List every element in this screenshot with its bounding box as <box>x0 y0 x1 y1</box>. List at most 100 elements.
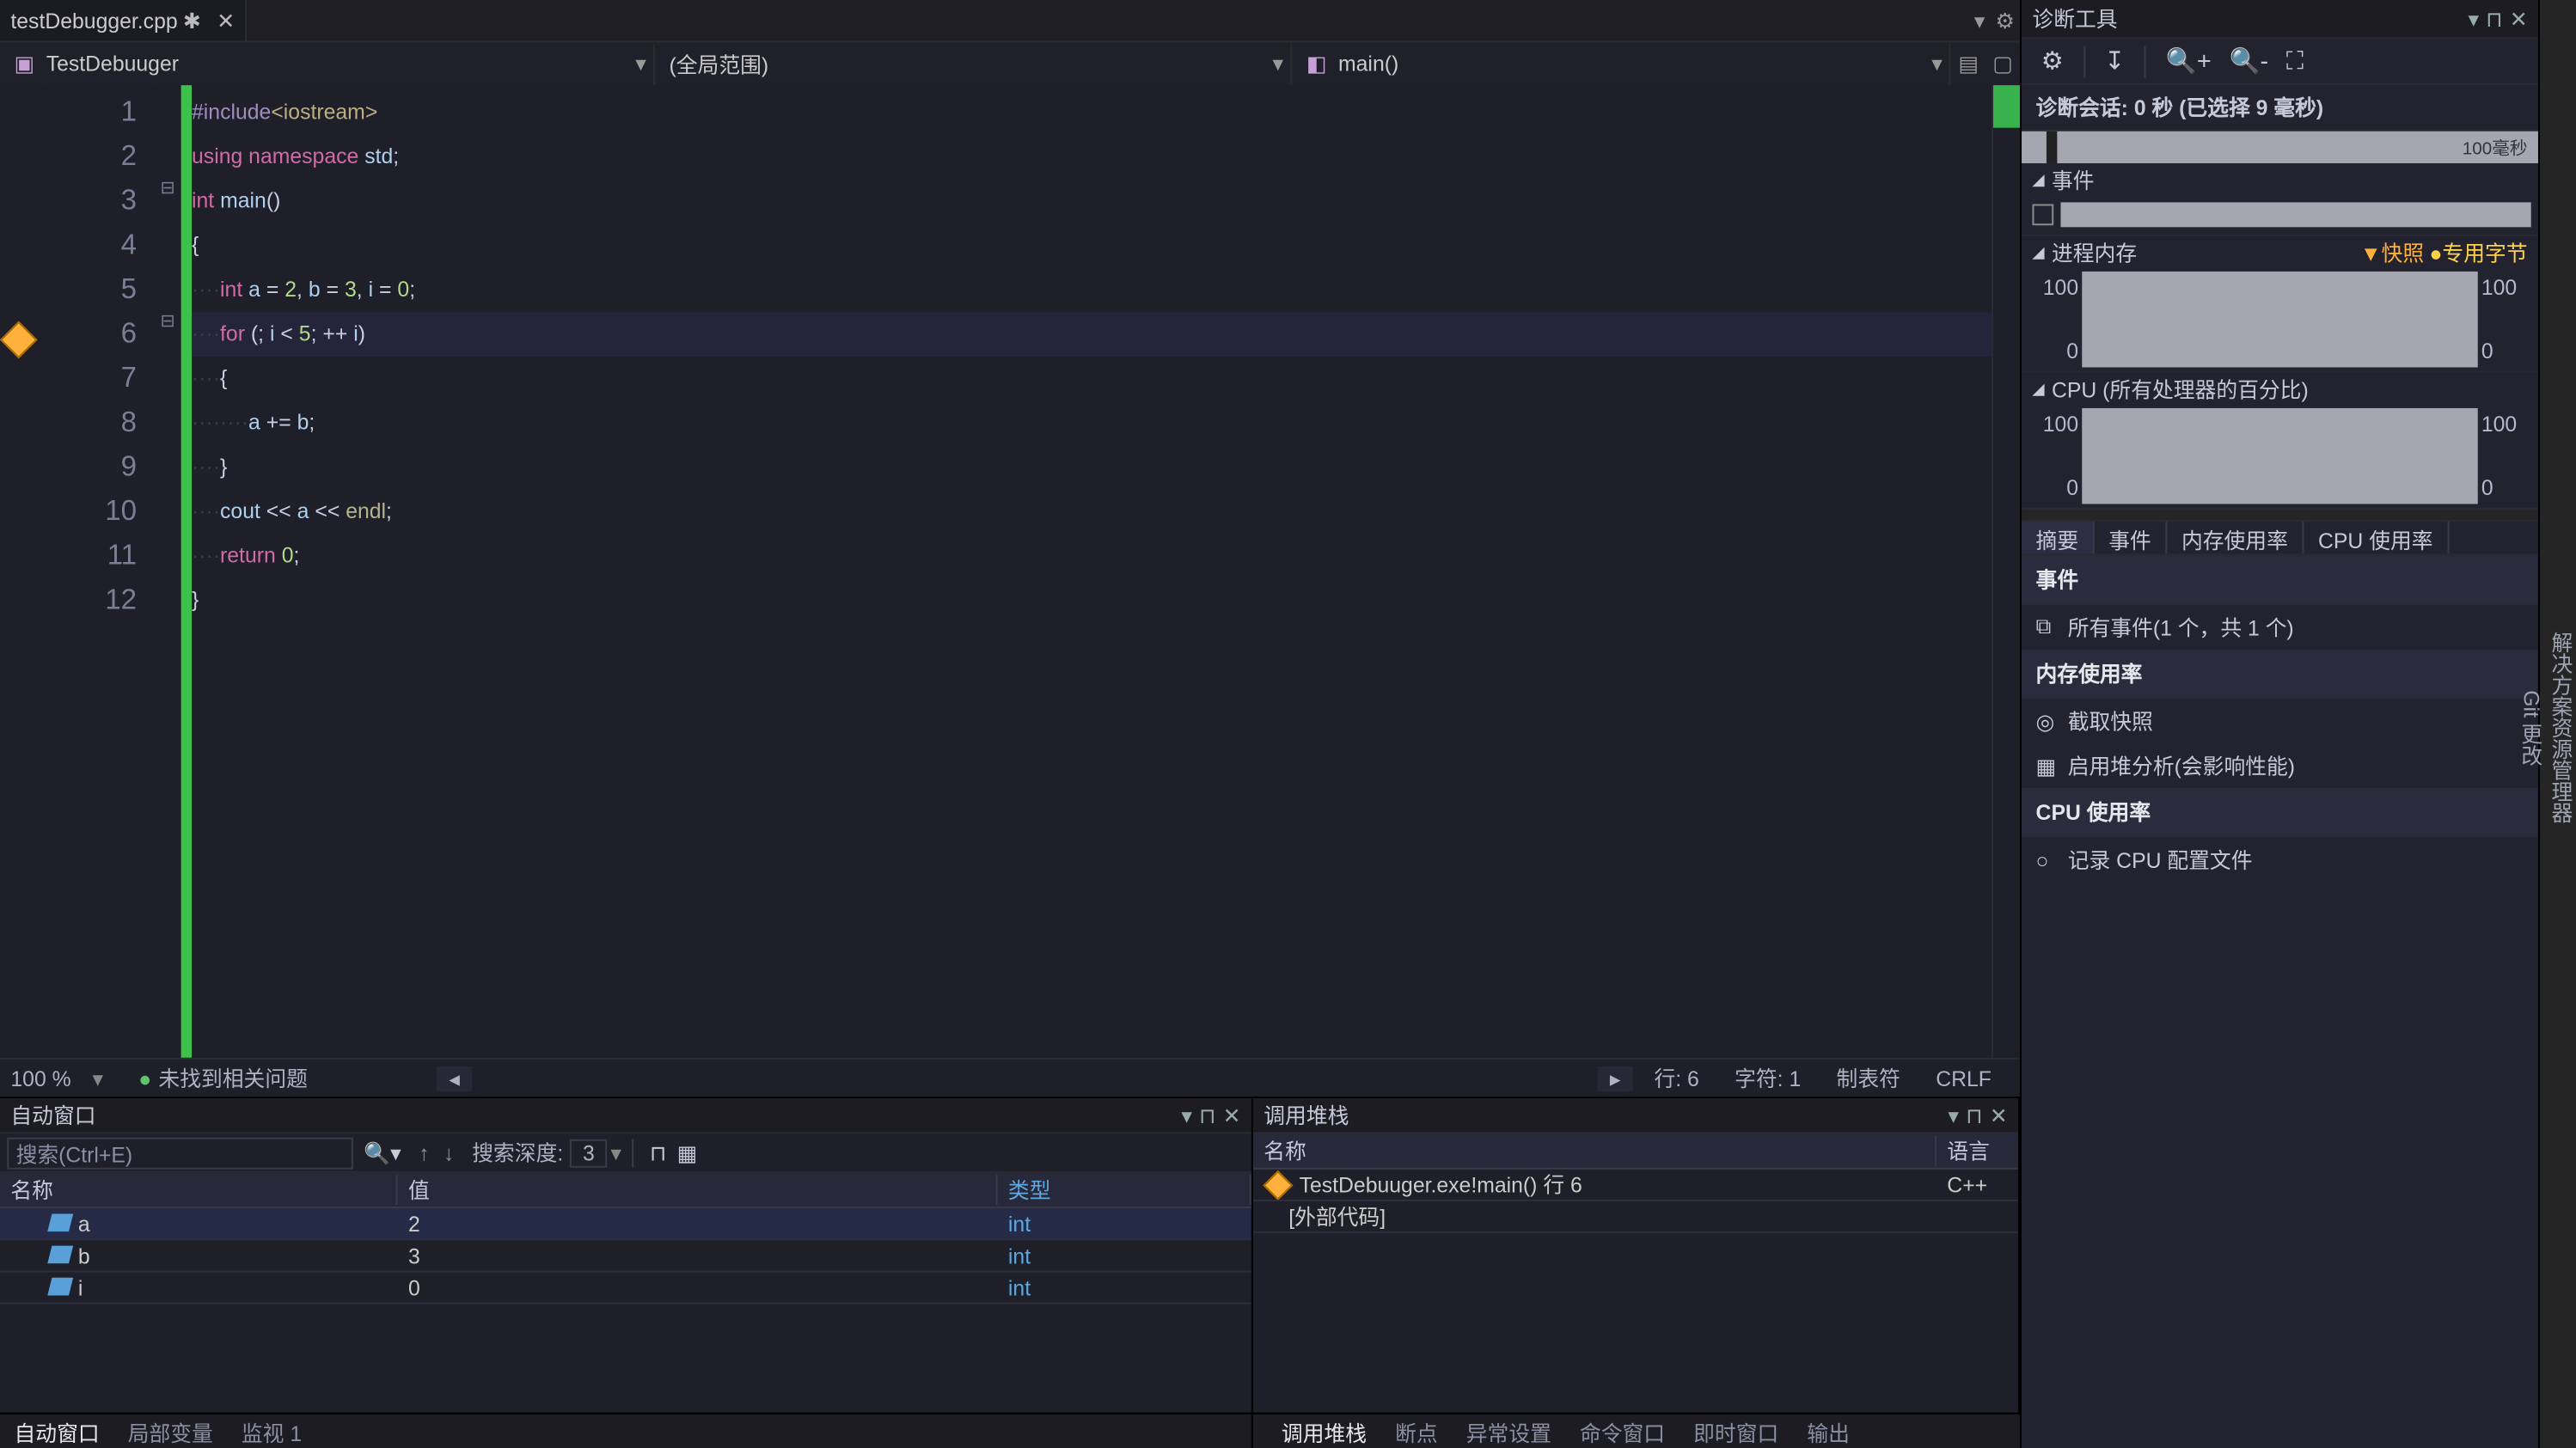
pin-icon[interactable]: ⊓ <box>1199 1103 1215 1127</box>
line-number-gutter: 123456789101112 <box>45 85 155 1058</box>
fold-gutter[interactable]: ⊟⊟ <box>155 85 181 1058</box>
collapse-icon[interactable]: ◢ <box>2032 242 2044 262</box>
nav-fwd-icon[interactable]: ▸ <box>1597 1066 1632 1091</box>
events-all-link[interactable]: ⧉所有事件(1 个，共 1 个) <box>2022 605 2538 650</box>
pin-icon[interactable]: ⊓ <box>2486 6 2502 31</box>
memory-graph[interactable]: 1000 1000 <box>2022 268 2538 371</box>
next-icon[interactable]: ↓ <box>444 1140 454 1165</box>
record-icon: ○ <box>2036 847 2058 872</box>
depth-label: 搜索深度: <box>472 1138 563 1168</box>
status-char: 字符: 1 <box>1735 1063 1801 1093</box>
camera-icon: ◎ <box>2036 709 2058 734</box>
settings-icon[interactable]: ⚙ <box>1990 8 2020 33</box>
diag-tab-memory[interactable]: 内存使用率 <box>2167 522 2304 553</box>
side-tab-git[interactable]: Git 更改 <box>2517 690 2547 766</box>
chevron-down-icon: ▾ <box>1931 52 1942 76</box>
panel-dropdown-icon[interactable]: ▾ <box>2468 6 2478 31</box>
breakpoint-gutter[interactable] <box>0 85 45 1058</box>
events-toggle-icon[interactable] <box>2032 204 2053 225</box>
col-type[interactable]: 类型 <box>998 1175 1251 1205</box>
snapshot-legend: ▼快照 <box>2360 241 2424 266</box>
tab-callstack[interactable]: 调用堆栈 <box>1267 1414 1380 1448</box>
col-lang[interactable]: 语言 <box>1937 1136 2018 1166</box>
scope-selector[interactable]: (全局范围) ▾ <box>655 44 1292 84</box>
tab-exception[interactable]: 异常设置 <box>1452 1414 1565 1448</box>
snapshot-button[interactable]: ◎截取快照 <box>2022 700 2538 744</box>
diag-timeline[interactable]: 100毫秒 <box>2022 131 2538 163</box>
pin-icon[interactable]: ⊓ <box>1966 1103 1982 1127</box>
col-value[interactable]: 值 <box>398 1175 998 1205</box>
close-icon[interactable]: ✕ <box>1223 1103 1241 1127</box>
cpu-section-title: CPU (所有处理器的百分比) <box>2052 374 2309 404</box>
diag-tab-events[interactable]: 事件 <box>2095 522 2168 553</box>
fitview-icon[interactable]: ⛶ <box>2286 46 2304 76</box>
search-input[interactable]: 搜索(Ctrl+E) <box>7 1137 353 1169</box>
tab-immediate[interactable]: 即时窗口 <box>1680 1414 1793 1448</box>
overview-ruler[interactable] <box>1992 85 2020 1058</box>
cpu-graph[interactable]: 1000 1000 <box>2022 405 2538 508</box>
gear-icon[interactable]: ⚙ <box>2041 46 2064 76</box>
tree-tool-icon[interactable]: ▦ <box>677 1140 697 1165</box>
var-row: a2int <box>0 1208 1251 1240</box>
zoom-level[interactable]: 100 % <box>10 1066 70 1091</box>
diag-title: 诊断工具 <box>2032 3 2117 34</box>
col-name[interactable]: 名称 <box>0 1175 398 1205</box>
timeline-cursor-icon <box>2047 131 2057 163</box>
status-tab: 制表符 <box>1837 1063 1900 1093</box>
tab-watch[interactable]: 监视 1 <box>227 1414 315 1448</box>
close-tab-icon[interactable]: ✕ <box>217 8 235 33</box>
panel-dropdown-icon[interactable]: ▾ <box>1181 1103 1191 1127</box>
tab-locals[interactable]: 局部变量 <box>113 1414 227 1448</box>
diag-tab-cpu[interactable]: CPU 使用率 <box>2304 522 2449 553</box>
events-track[interactable] <box>2060 202 2530 227</box>
tab-overflow-icon[interactable]: ▾ <box>1969 8 1991 33</box>
record-cpu-button[interactable]: ○记录 CPU 配置文件 <box>2022 838 2538 883</box>
class-selector[interactable]: ▣ TestDebuuger ▾ <box>0 44 655 84</box>
close-icon[interactable]: ✕ <box>2510 6 2528 31</box>
panel-dropdown-icon[interactable]: ▾ <box>1948 1103 1958 1127</box>
col-name[interactable]: 名称 <box>1253 1136 1937 1166</box>
var-row: i0int <box>0 1273 1251 1304</box>
change-bar <box>181 85 192 1058</box>
pin-tool-icon[interactable]: ⊓ <box>650 1140 666 1165</box>
issues-label: 未找到相关问题 <box>158 1063 307 1093</box>
function-selector[interactable]: ◧ main() ▾ <box>1292 44 1951 84</box>
close-icon[interactable]: ✕ <box>1990 1103 2008 1127</box>
depth-dropdown-icon[interactable]: ▾ <box>610 1140 621 1165</box>
maximize-icon[interactable]: ▢ <box>1986 52 2020 76</box>
function-selector-label: main() <box>1338 52 1398 76</box>
collapse-icon[interactable]: ◢ <box>2032 379 2044 399</box>
side-tab-solution[interactable]: 解决方案资源管理器 <box>2547 632 2576 823</box>
autos-title: 自动窗口 <box>10 1100 95 1130</box>
code-editor[interactable]: #include<iostream> using namespace std; … <box>192 85 1992 1058</box>
scope-selector-label: (全局范围) <box>670 49 769 79</box>
nav-back-icon[interactable]: ◂ <box>437 1066 472 1091</box>
mem-section-title: 进程内存 <box>2052 237 2137 267</box>
zoom-dropdown-icon[interactable]: ▾ <box>92 1066 102 1091</box>
chevron-down-icon: ▾ <box>635 52 646 76</box>
heap-analysis-button[interactable]: ▦启用堆分析(会影响性能) <box>2022 743 2538 788</box>
class-selector-label: TestDebuuger <box>46 52 179 76</box>
chevron-down-icon: ▾ <box>1273 52 1283 76</box>
zoom-out-icon[interactable]: 🔍- <box>2229 46 2268 76</box>
tab-breakpoints[interactable]: 断点 <box>1381 1414 1453 1448</box>
private-bytes-legend: ●专用字节 <box>2429 241 2527 266</box>
stack-frame: TestDebuuger.exe!main() 行 6C++ <box>1253 1170 2018 1201</box>
file-tab[interactable]: testDebugger.cpp ✱ ✕ <box>0 0 247 40</box>
tab-command[interactable]: 命令窗口 <box>1565 1414 1679 1448</box>
search-icon[interactable]: 🔍▾ <box>364 1140 401 1165</box>
zoom-in-icon[interactable]: 🔍+ <box>2166 46 2212 76</box>
callstack-grid[interactable]: TestDebuuger.exe!main() 行 6C++ [外部代码] <box>1253 1170 2018 1413</box>
autos-grid[interactable]: a2int b3int i0int <box>0 1208 1251 1412</box>
variable-icon <box>47 1245 73 1263</box>
diag-tab-summary[interactable]: 摘要 <box>2022 522 2095 553</box>
tab-autos[interactable]: 自动窗口 <box>0 1414 113 1448</box>
split-toggle-icon[interactable]: ▤ <box>1951 52 1986 76</box>
prev-icon[interactable]: ↑ <box>419 1140 429 1165</box>
heap-icon: ▦ <box>2036 754 2058 779</box>
depth-value[interactable]: 3 <box>571 1139 608 1167</box>
ok-icon: ● <box>138 1066 151 1091</box>
export-icon[interactable]: ↧ <box>2104 46 2125 76</box>
tab-output[interactable]: 输出 <box>1793 1414 1864 1448</box>
collapse-icon[interactable]: ◢ <box>2032 169 2044 189</box>
